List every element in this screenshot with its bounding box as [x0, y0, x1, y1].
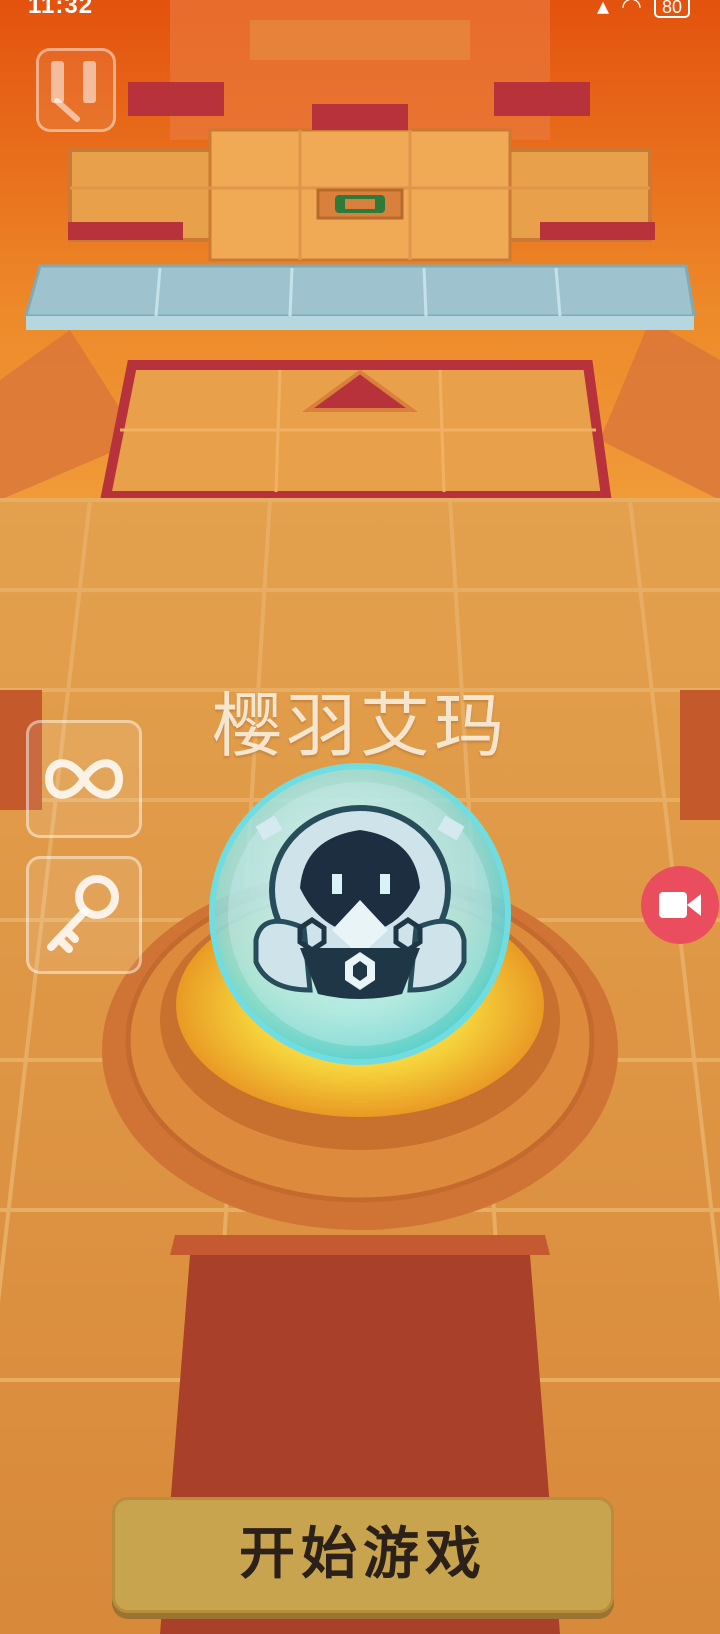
pause-icon — [51, 61, 96, 122]
key-button[interactable] — [26, 856, 142, 974]
key-icon — [47, 875, 119, 953]
battery-icon: 80 — [653, 0, 690, 18]
infinite-mode-button[interactable] — [26, 720, 142, 838]
wifi-icon: ◠ — [621, 0, 642, 20]
record-video-button[interactable] — [641, 866, 719, 944]
status-icons: ▴ ◠ 80 — [597, 0, 690, 21]
status-bar: 11:32 ▴ ◠ 80 — [0, 0, 720, 22]
battery-level: 80 — [661, 0, 682, 17]
player-name: 樱羽艾玛 — [212, 685, 508, 767]
infinity-icon — [44, 759, 124, 799]
signal-icon: ▴ — [596, 0, 610, 20]
status-time: 11:32 — [28, 0, 94, 19]
video-camera-icon — [659, 892, 701, 918]
start-game-button[interactable]: 开始游戏 — [112, 1497, 614, 1613]
pause-button[interactable] — [36, 48, 116, 132]
